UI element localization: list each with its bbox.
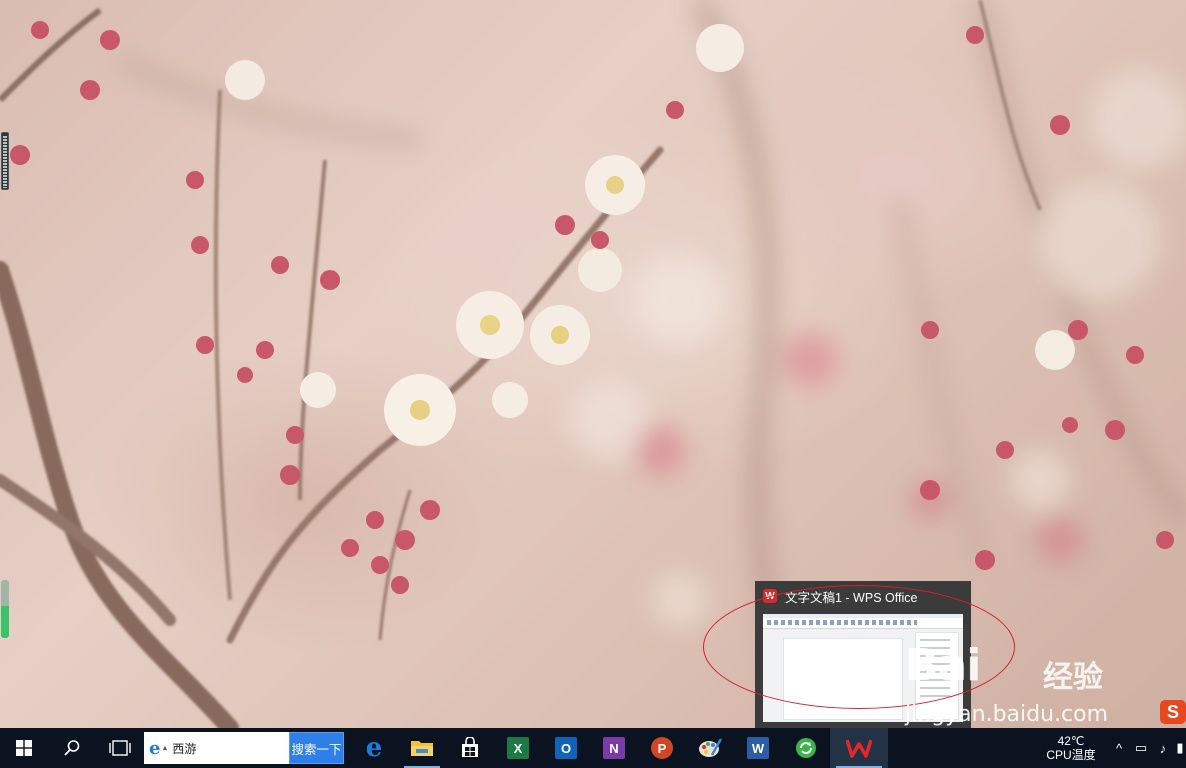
watermark-badge: S [1160,700,1186,724]
start-button[interactable] [0,728,48,768]
cpu-temperature-value: 42℃ [1057,734,1085,748]
input-method-icon[interactable]: ▮ [1174,740,1186,756]
preview-header: W 文字文稿1 - WPS Office [755,581,971,611]
ie-search-box[interactable]: e ▲ 西游 [144,732,289,764]
volume-icon[interactable]: ♪ [1152,741,1174,756]
taskbar-app-excel[interactable]: X [494,728,542,768]
search-go-button[interactable]: 搜索一下 [289,732,344,764]
watermark-url: jingyan.baidu.com [905,702,1109,727]
excel-icon: X [507,737,529,759]
thumbnail-document-page [783,638,903,720]
task-view-icon [109,740,131,756]
taskbar-app-paint[interactable] [686,728,734,768]
search-button[interactable] [48,728,96,768]
paint-icon [699,738,722,757]
word-icon: W [747,737,769,759]
wallpaper [0,0,1186,728]
taskbar-app-green-refresh[interactable] [782,728,830,768]
edge-icon: e [365,733,383,763]
windows-logo-icon [16,740,32,756]
taskbar-app-edge[interactable]: e [350,728,398,768]
wps-icon [846,739,872,758]
search-icon [64,740,80,756]
desktop-gauge-bottom [1,580,9,638]
network-icon[interactable]: ▭ [1130,740,1152,756]
cpu-temperature-widget[interactable]: 42℃ CPU温度 [1040,734,1102,762]
onenote-icon: N [603,737,625,759]
taskbar-app-store[interactable] [446,728,494,768]
taskbar-app-word[interactable]: W [734,728,782,768]
store-icon [462,737,478,757]
green-refresh-icon [796,738,816,758]
desktop-gauge-top [1,132,9,190]
watermark-product: 经验 [1043,661,1103,694]
file-explorer-icon [411,741,433,756]
taskbar-app-file-explorer[interactable] [398,728,446,768]
watermark-brand: Bai [905,640,981,691]
powerpoint-icon: P [651,737,673,759]
thumbnail-ribbon [763,614,963,629]
desktop: W 文字文稿1 - WPS Office Bai 经验 jingyan.baid… [0,0,1186,768]
task-view-button[interactable] [96,728,144,768]
taskbar-app-onenote[interactable]: N [590,728,638,768]
taskbar-app-wps[interactable] [830,728,888,768]
dropdown-arrow-icon[interactable]: ▲ [161,745,168,752]
system-tray: 42℃ CPU温度 ^ ▭ ♪ ▮ [1040,728,1186,768]
outlook-icon: O [555,737,577,759]
show-hidden-icons-chevron-icon[interactable]: ^ [1108,741,1130,756]
preview-title: 文字文稿1 - WPS Office [785,590,918,605]
wps-logo-icon: W [763,589,777,603]
baidu-jingyan-watermark: Bai 经验 jingyan.baidu.com S [905,640,1186,730]
search-input[interactable]: 西游 [172,740,196,757]
taskbar-app-outlook[interactable]: O [542,728,590,768]
gauge-fill [1,606,9,638]
ie-icon: e [149,737,161,759]
taskbar-app-powerpoint[interactable]: P [638,728,686,768]
cpu-temperature-label: CPU温度 [1046,748,1096,762]
taskbar: e ▲ 西游 搜索一下 e X O N P W 42℃ CPU温度 ^ ▭ ♪ … [0,728,1186,768]
